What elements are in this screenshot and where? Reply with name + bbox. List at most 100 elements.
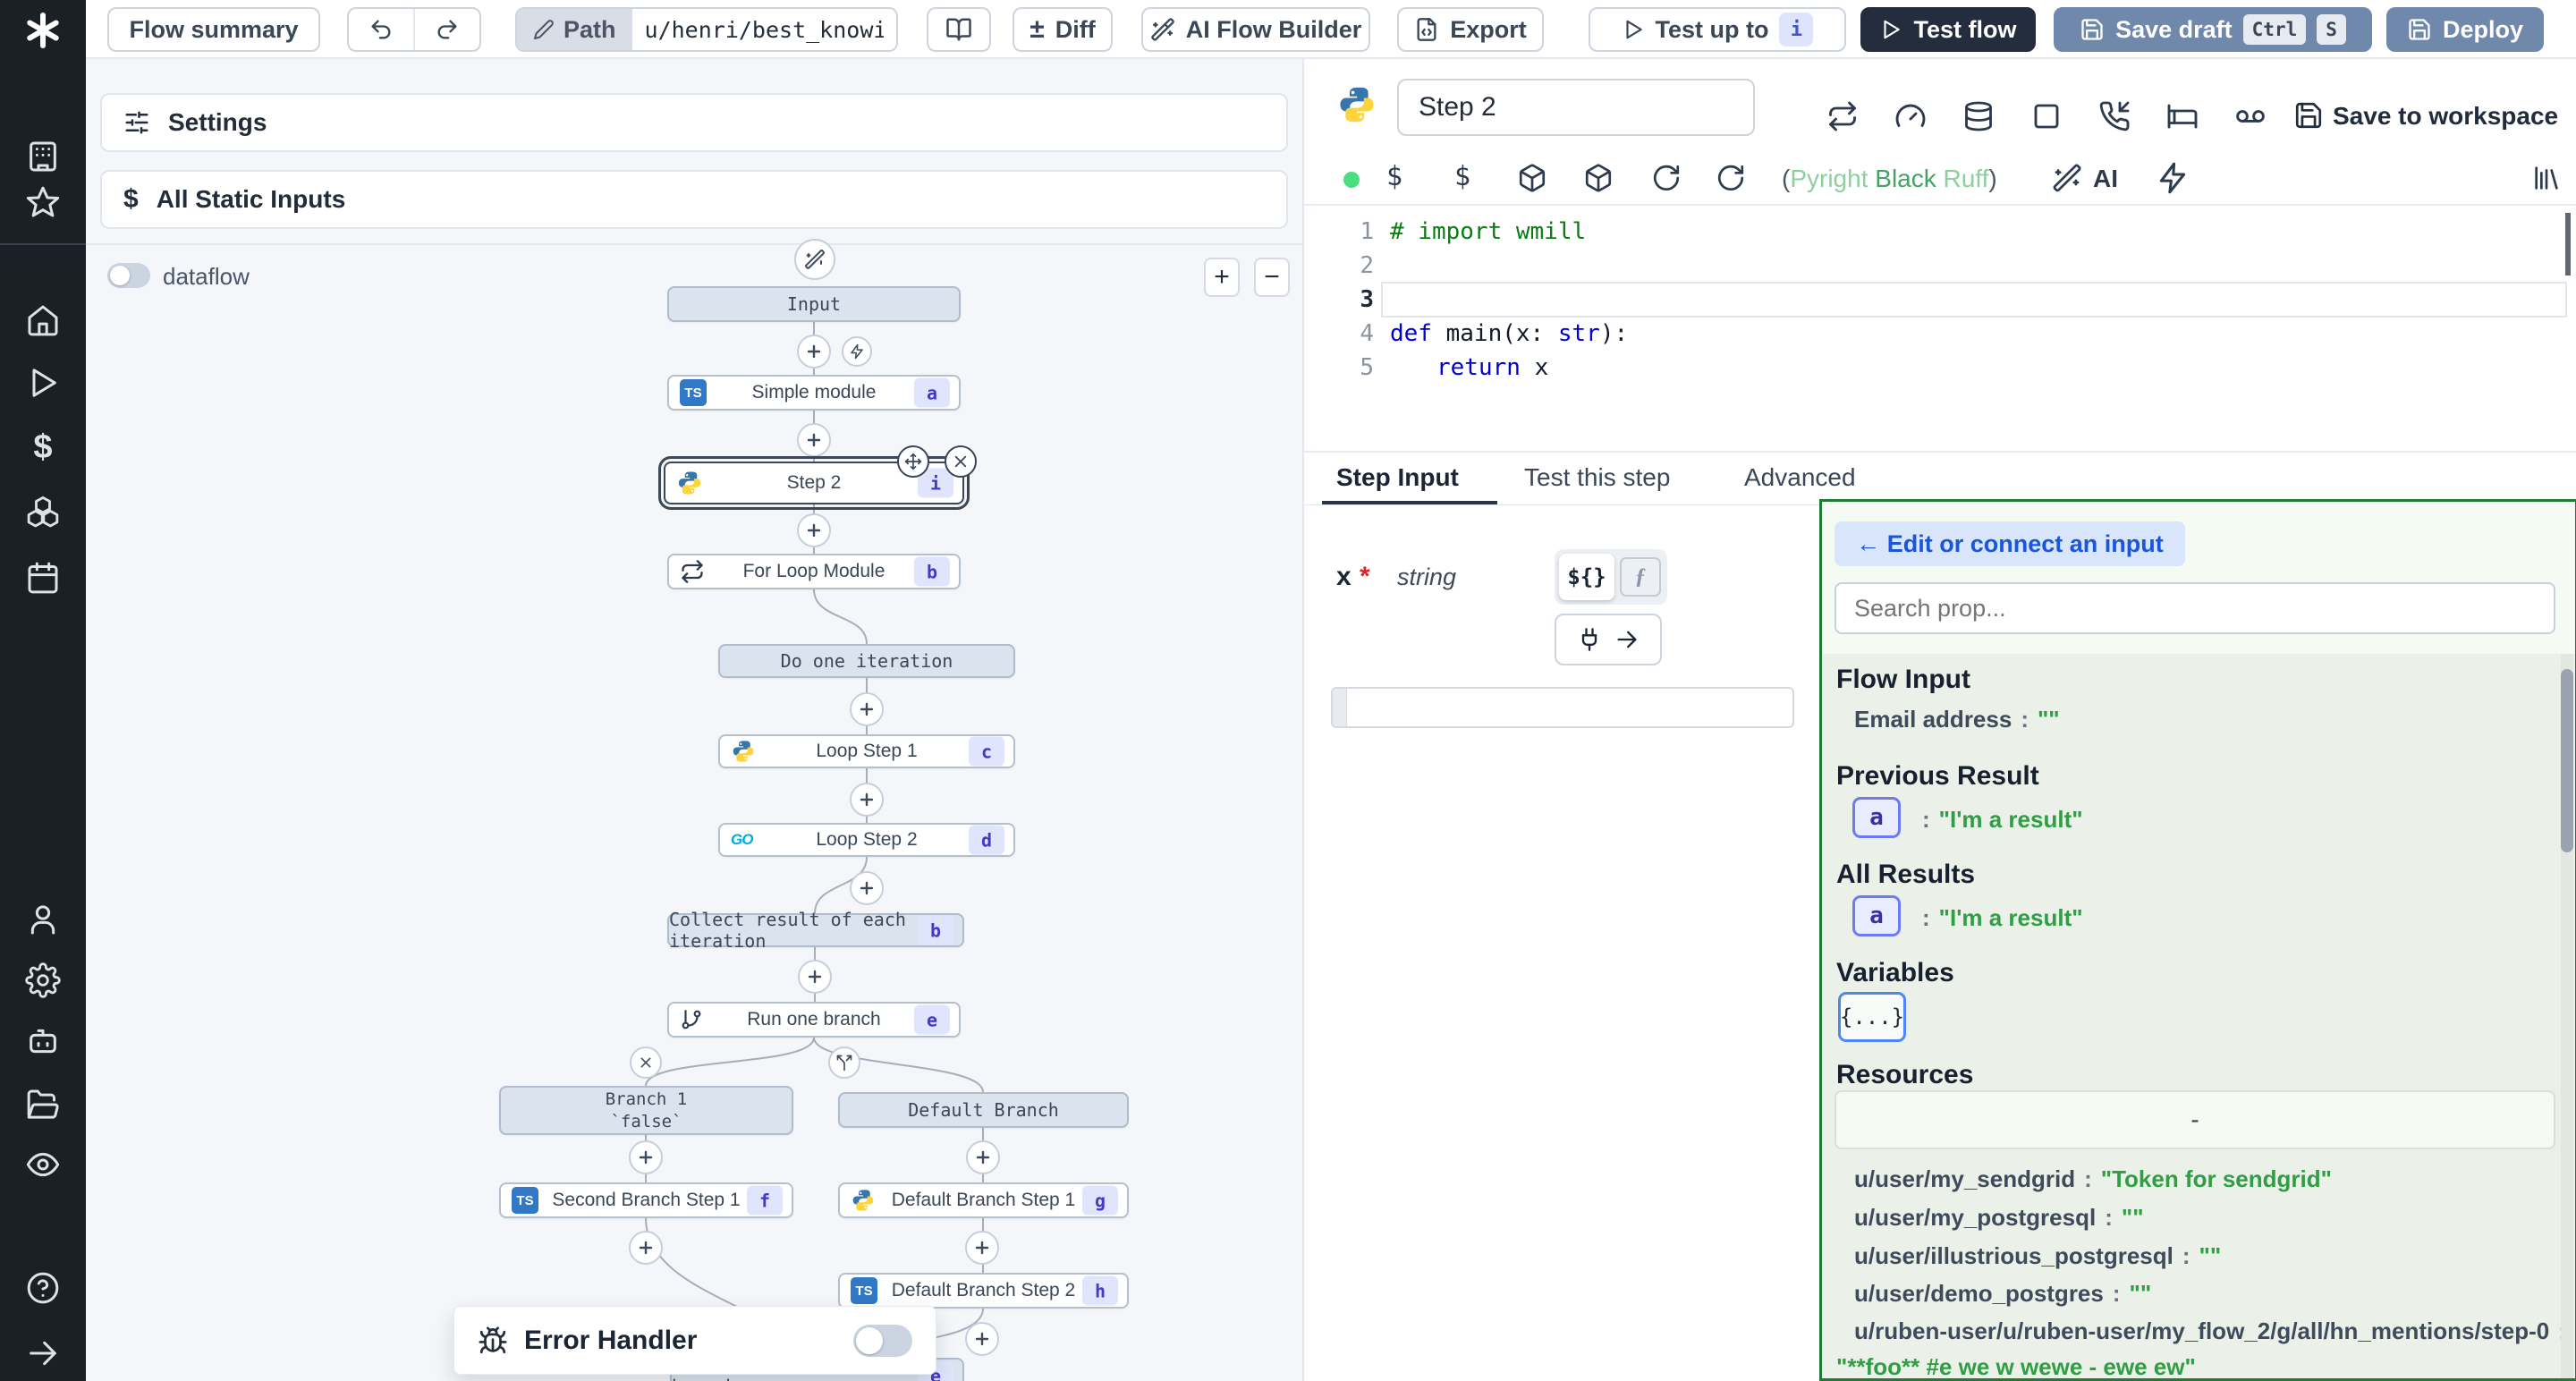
docs-book-button[interactable] [927,7,991,52]
cache-database-icon[interactable] [1962,100,1995,132]
code-line-5[interactable]: return x [1436,354,1548,381]
path-edit-button[interactable]: Path [517,9,632,50]
concurrency-gauge-icon[interactable] [1894,100,1927,132]
resources-boxes-icon[interactable] [25,495,61,530]
resource-row[interactable]: u/user/my_postgresql:"" [1854,1204,2144,1232]
add-branch-button[interactable] [828,1046,860,1079]
folders-icon[interactable] [25,1087,61,1123]
editor-scrollbar[interactable] [2565,213,2571,275]
step-name-input[interactable] [1397,79,1755,136]
export-button[interactable]: Export [1397,7,1544,52]
connect-input-button[interactable] [1555,614,1662,665]
schedules-calendar-icon[interactable] [25,560,61,596]
redo-button[interactable] [415,9,479,50]
deploy-button[interactable]: Deploy [2386,7,2544,52]
undo-button[interactable] [349,9,415,50]
variables-dollar-icon[interactable]: $ [1454,161,1470,192]
suspend-phone-icon[interactable] [2098,100,2131,132]
windmill-logo-icon[interactable] [21,9,64,52]
expr-mode-button[interactable]: ${} [1559,554,1614,600]
flow-canvas[interactable]: Settings $ All Static Inputs dataflow + … [86,59,1302,1381]
error-handler-toggle[interactable] [853,1325,912,1357]
diff-button[interactable]: ± Diff [1013,7,1113,52]
package-icon[interactable] [1517,163,1547,193]
variables-dollar-icon[interactable]: $ [25,428,61,464]
fx-mode-button[interactable]: ƒ [1620,557,1661,597]
ai-wand-icon[interactable] [2052,163,2082,193]
add-step-button[interactable] [797,335,831,369]
result-key-chip[interactable]: a [1852,797,1901,838]
search-prop-input[interactable] [1835,582,2555,634]
settings-gear-icon[interactable] [25,962,61,998]
resource-filter-box[interactable]: - [1835,1090,2555,1149]
tab-step-input[interactable]: Step Input [1336,463,1459,492]
ai-flow-builder-button[interactable]: AI Flow Builder [1141,7,1370,52]
ai-label[interactable]: AI [2093,165,2118,193]
add-step-button[interactable] [965,1231,999,1265]
ai-edit-wand-button[interactable] [794,239,835,280]
arg-value-field[interactable] [1331,687,1794,728]
prop-row-email[interactable]: Email address:"" [1854,706,2060,733]
resource-value-wrapped[interactable]: "**foo** #e we w wewe - ewe ew" [1836,1353,2196,1381]
flow-node-default-branch-step1[interactable]: Default Branch Step 1 g [838,1182,1129,1218]
add-step-button[interactable] [966,1140,1000,1174]
flow-node-run-one-branch[interactable]: Run one branch e [667,1002,961,1038]
flow-node-branch1[interactable]: Branch 1 `false` [499,1086,793,1135]
flow-summary-button[interactable]: Flow summary [107,7,320,52]
retries-icon[interactable] [1826,100,1859,132]
package-icon[interactable] [1583,163,1614,193]
flow-node-collect-result[interactable]: Collect result of each iteration b [667,913,964,947]
resource-row[interactable]: u/user/demo_postgres:"" [1854,1280,2151,1308]
tab-test-this-step[interactable]: Test this step [1524,463,1670,492]
code-line-1[interactable]: # import wmill [1390,218,1586,245]
add-step-button[interactable] [965,1322,999,1356]
flow-node-second-branch-step1[interactable]: TS Second Branch Step 1 f [499,1182,793,1218]
add-step-button[interactable] [798,960,832,994]
code-line-4[interactable]: def main(x: str): [1390,320,1628,347]
runs-play-icon[interactable] [25,365,61,401]
all-result-row[interactable]: :"I'm a result" [1913,904,2083,932]
workspace-building-icon[interactable] [25,139,61,174]
resource-row[interactable]: u/ruben-user/u/ruben-user/my_flow_2/g/al… [1854,1317,2575,1345]
flow-node-simple-module[interactable]: TS Simple module a [667,375,961,411]
result-key-chip[interactable]: a [1852,895,1901,936]
audit-eye-icon[interactable] [25,1147,61,1182]
variables-chip[interactable]: {...} [1838,992,1906,1042]
user-icon[interactable] [25,902,61,937]
zap-icon[interactable] [2156,161,2190,195]
assets-dollar-icon[interactable]: $ [1386,161,1402,192]
save-draft-button[interactable]: Save draft Ctrl S [2054,7,2372,52]
reload-icon[interactable] [1651,163,1682,193]
early-stop-icon[interactable] [2030,100,2063,132]
add-step-button[interactable] [797,423,831,457]
workers-bot-icon[interactable] [25,1023,61,1059]
mock-voicemail-icon[interactable] [2234,100,2267,132]
save-to-workspace-button[interactable]: Save to workspace [2333,102,2558,131]
sleep-bed-icon[interactable] [2166,100,2199,132]
add-step-button[interactable] [797,513,831,547]
back-edit-connect-button[interactable]: ← Edit or connect an input [1835,521,2185,566]
flow-node-default-branch-step2[interactable]: TS Default Branch Step 2 h [838,1273,1129,1309]
add-step-button[interactable] [850,692,884,726]
delete-step-button[interactable] [945,445,977,478]
resource-row[interactable]: u/user/illustrious_postgresql:"" [1854,1242,2221,1270]
add-step-button[interactable] [629,1140,663,1174]
flow-node-loop-step2[interactable]: GO Loop Step 2 d [718,823,1015,857]
add-step-button[interactable] [629,1231,663,1265]
flow-node-do-one-iteration[interactable]: Do one iteration [718,644,1015,678]
test-up-to-button[interactable]: Test up to i [1589,7,1846,52]
panel-scrollbar-thumb[interactable] [2561,669,2573,852]
linter-status[interactable]: (Pyright Black Ruff) [1782,165,1997,193]
flow-node-input[interactable]: Input [667,286,961,322]
remove-branch-button[interactable] [630,1046,662,1079]
resource-row[interactable]: u/user/my_sendgrid:"Token for sendgrid" [1854,1165,2332,1193]
add-step-button[interactable] [850,783,884,817]
move-step-button[interactable] [897,445,929,478]
path-input[interactable] [632,9,896,50]
add-trigger-zap-button[interactable] [842,336,872,367]
test-flow-button[interactable]: Test flow [1860,7,2036,52]
tab-advanced[interactable]: Advanced [1744,463,1856,492]
flow-node-for-loop[interactable]: For Loop Module b [667,554,961,589]
home-icon[interactable] [25,302,61,338]
flow-node-default-branch[interactable]: Default Branch [838,1092,1129,1128]
